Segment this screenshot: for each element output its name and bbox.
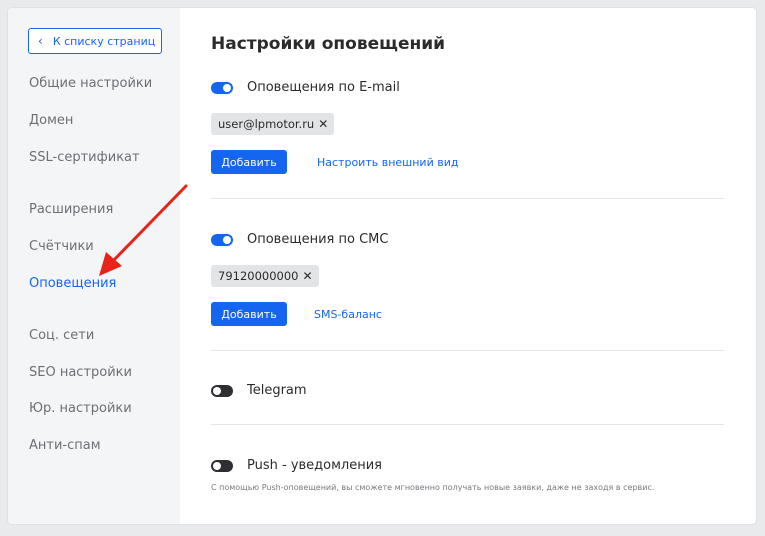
remove-phone-icon[interactable]: ✕ <box>302 269 312 283</box>
sms-notifications-toggle[interactable] <box>211 233 233 246</box>
telegram-toggle[interactable] <box>211 384 233 397</box>
email-recipient-value: user@lpmotor.ru <box>218 117 315 131</box>
sidebar-item-domain[interactable]: Домен <box>29 113 73 128</box>
push-label: Push - уведомления <box>247 458 382 473</box>
sidebar-item-notifications[interactable]: Оповещения <box>29 276 116 291</box>
sidebar-item-seo[interactable]: SEO настройки <box>29 365 132 380</box>
sidebar-item-general[interactable]: Общие настройки <box>29 76 152 91</box>
section-divider <box>211 350 724 351</box>
page-title: Настройки оповещений <box>211 34 446 54</box>
remove-email-icon[interactable]: ✕ <box>318 117 328 131</box>
toggle-knob <box>213 386 221 395</box>
back-to-pages-button[interactable]: ‹ К списку страниц <box>28 28 162 54</box>
push-toggle[interactable] <box>211 459 233 472</box>
telegram-label: Telegram <box>247 383 307 398</box>
settings-window: ‹ К списку страниц Общие настройки Домен… <box>8 8 756 524</box>
sidebar-item-counters[interactable]: Счётчики <box>29 239 94 254</box>
toggle-knob <box>223 83 231 92</box>
add-phone-button[interactable]: Добавить <box>211 302 287 326</box>
section-divider <box>211 424 724 425</box>
section-divider <box>211 198 724 199</box>
sms-balance-link[interactable]: SMS-баланс <box>314 308 382 321</box>
sms-notifications-row: Оповещения по СМС <box>211 232 388 247</box>
telegram-row: Telegram <box>211 383 307 398</box>
add-email-button[interactable]: Добавить <box>211 150 287 174</box>
email-recipient-tag: user@lpmotor.ru ✕ <box>211 113 335 135</box>
toggle-knob <box>213 461 221 470</box>
sidebar-item-antispam[interactable]: Анти-спам <box>29 438 101 453</box>
sidebar-item-extensions[interactable]: Расширения <box>29 202 113 217</box>
email-notifications-label: Оповещения по E-mail <box>247 80 400 95</box>
sms-notifications-label: Оповещения по СМС <box>247 232 389 247</box>
back-button-label: К списку страниц <box>52 34 156 48</box>
email-notifications-toggle[interactable] <box>211 81 233 94</box>
toggle-knob <box>223 235 231 244</box>
email-notifications-row: Оповещения по E-mail <box>211 80 400 95</box>
push-hint-text: С помощью Push-оповещений, вы сможете мг… <box>211 483 655 492</box>
main-content: Настройки оповещений Оповещения по E-mai… <box>180 8 756 524</box>
sms-recipient-tag: 79120000000 ✕ <box>211 265 319 287</box>
sidebar-item-legal[interactable]: Юр. настройки <box>29 401 132 416</box>
sidebar-item-ssl[interactable]: SSL-сертификат <box>29 150 140 165</box>
sidebar: ‹ К списку страниц Общие настройки Домен… <box>8 8 180 524</box>
sidebar-item-social[interactable]: Соц. сети <box>29 328 94 343</box>
sms-recipient-value: 79120000000 <box>218 269 299 283</box>
push-row: Push - уведомления <box>211 458 382 473</box>
chevron-left-icon: ‹ <box>38 34 43 48</box>
customize-appearance-link[interactable]: Настроить внешний вид <box>317 156 458 169</box>
